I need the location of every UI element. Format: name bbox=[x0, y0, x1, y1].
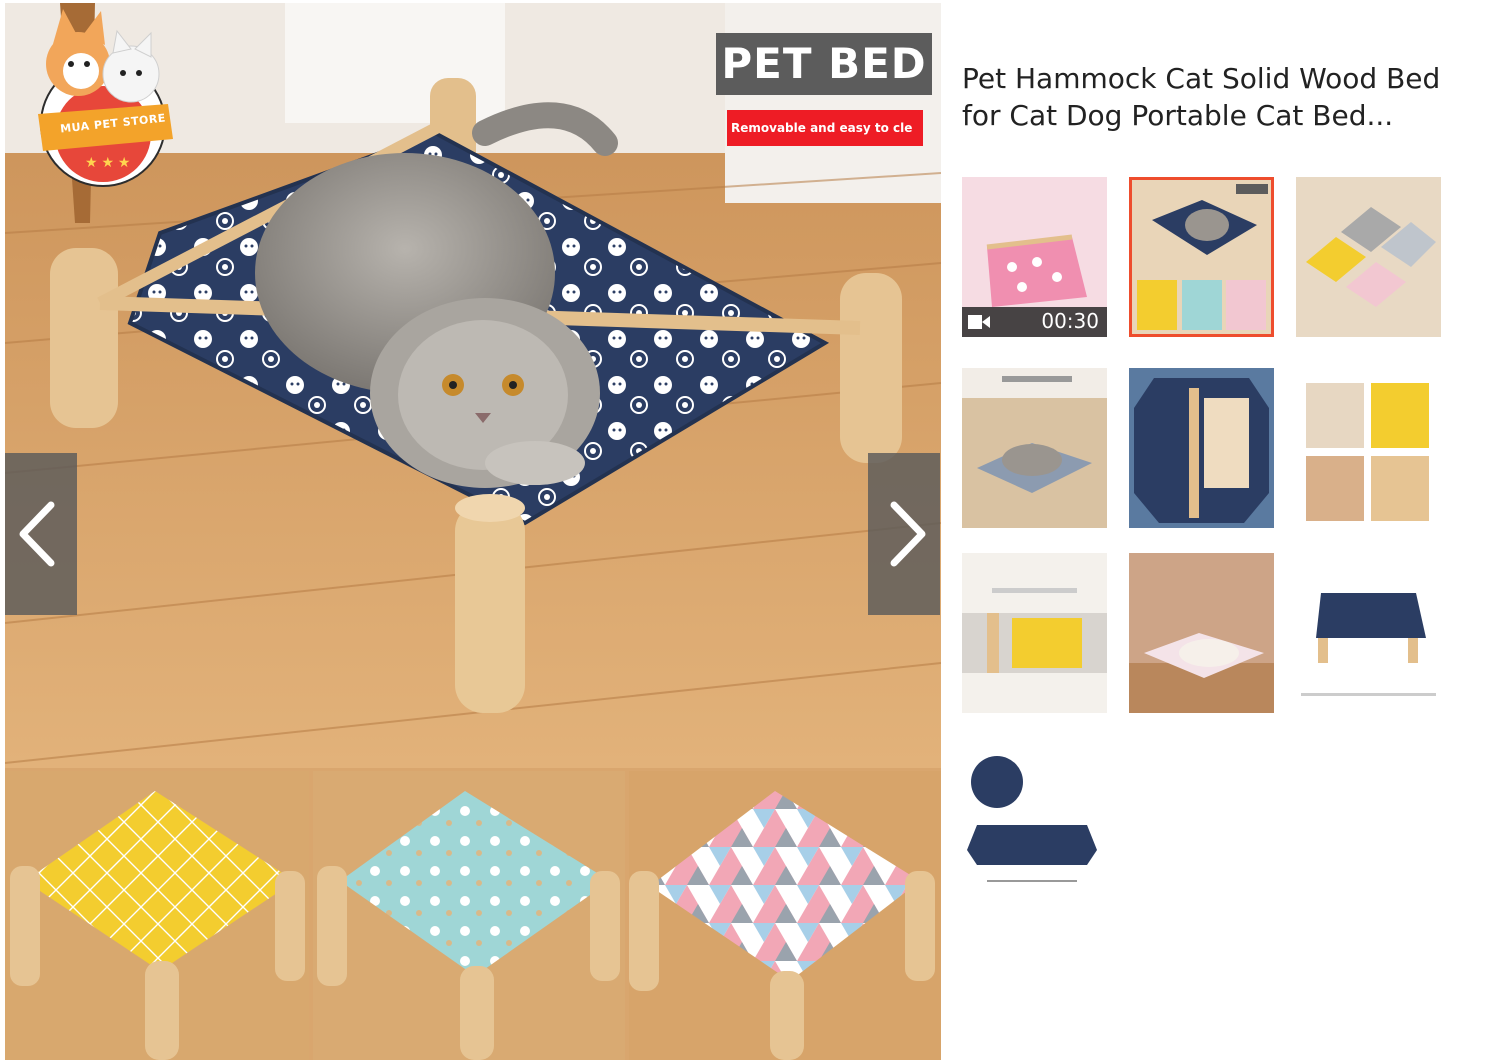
store-logo: ★ ★ ★ MUA PET STORE bbox=[23, 9, 183, 189]
video-duration: 00:30 bbox=[1041, 309, 1099, 333]
thumbnail-image-6[interactable] bbox=[1296, 368, 1441, 528]
thumbnail-image-3[interactable] bbox=[1296, 177, 1441, 337]
thumbnail-image bbox=[1296, 177, 1441, 337]
thumbnail-video[interactable]: 00:30 bbox=[962, 177, 1107, 337]
previous-image-button[interactable] bbox=[5, 453, 77, 615]
page-edge bbox=[1496, 0, 1502, 1062]
thumbnail-image-5[interactable] bbox=[1129, 368, 1274, 528]
thumbnail-image bbox=[1129, 553, 1274, 713]
svg-text:★ ★ ★: ★ ★ ★ bbox=[85, 154, 130, 170]
thumbnail-image bbox=[962, 368, 1107, 528]
thumbnail-image bbox=[1129, 368, 1274, 528]
thumbnail-image-4[interactable] bbox=[962, 368, 1107, 528]
thumbnail-image-8[interactable] bbox=[1129, 553, 1274, 713]
next-image-button[interactable] bbox=[868, 453, 940, 615]
thumbnail-image bbox=[1296, 553, 1441, 713]
pet-bed-badge: PET BED bbox=[716, 33, 932, 95]
video-camera-icon bbox=[968, 315, 990, 329]
main-product-image[interactable]: ★ ★ ★ MUA PET STORE PET BED Removable an… bbox=[5, 3, 941, 1060]
thumbnail-image bbox=[1132, 180, 1271, 334]
chevron-right-icon bbox=[890, 501, 926, 567]
thumbnail-image bbox=[1296, 368, 1441, 528]
thumbnail-selected[interactable] bbox=[1129, 177, 1274, 337]
thumbnail-image bbox=[962, 740, 1107, 900]
color-variants-strip bbox=[5, 771, 941, 1060]
thumbnail-image bbox=[962, 553, 1107, 713]
chevron-left-icon bbox=[19, 501, 55, 567]
thumbnail-image-7[interactable] bbox=[962, 553, 1107, 713]
removable-badge: Removable and easy to cle bbox=[727, 110, 923, 146]
thumbnail-image-9[interactable] bbox=[1296, 553, 1441, 713]
video-overlay: 00:30 bbox=[962, 307, 1107, 337]
product-title: Pet Hammock Cat Solid Wood Bed for Cat D… bbox=[962, 62, 1441, 132]
thumbnail-image-10[interactable] bbox=[962, 740, 1107, 900]
